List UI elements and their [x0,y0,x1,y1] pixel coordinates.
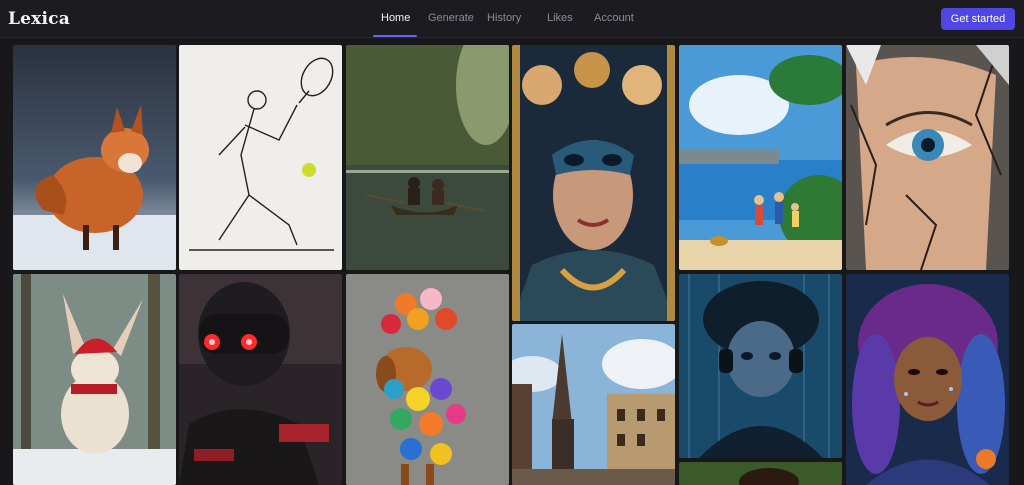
nav-account[interactable]: Account [594,12,634,24]
red-eyed-robot-image[interactable] [179,274,342,485]
nav-history[interactable]: History [487,12,521,24]
nav-likes[interactable]: Likes [547,12,573,24]
fox-in-snow-image[interactable] [13,45,176,270]
boy-with-headphones-image[interactable] [679,274,842,458]
cracked-eye-portrait-image[interactable] [846,45,1009,270]
nav-generate[interactable]: Generate [428,12,474,24]
dog-with-balloons-image[interactable] [346,274,509,485]
bunny-santa-hat-image[interactable] [13,274,176,485]
tennis-player-sketch-image[interactable] [179,45,342,270]
gothic-cathedral-street-image[interactable] [512,324,675,485]
partial-gallery-image[interactable] [679,462,842,485]
lexica-logo[interactable]: Lexica [8,9,70,29]
cosmic-woman-portrait-image[interactable] [846,274,1009,485]
get-started-button[interactable]: Get started [941,8,1015,30]
children-by-lake-image[interactable] [679,45,842,270]
image-gallery-grid [0,39,1024,485]
couple-rowing-boat-image[interactable] [346,45,509,270]
masked-woman-portrait-image[interactable] [512,45,675,321]
active-tab-indicator [373,35,417,37]
top-navigation-bar: Lexica Home Generate History Likes Accou… [0,0,1024,38]
nav-home[interactable]: Home [381,12,410,24]
